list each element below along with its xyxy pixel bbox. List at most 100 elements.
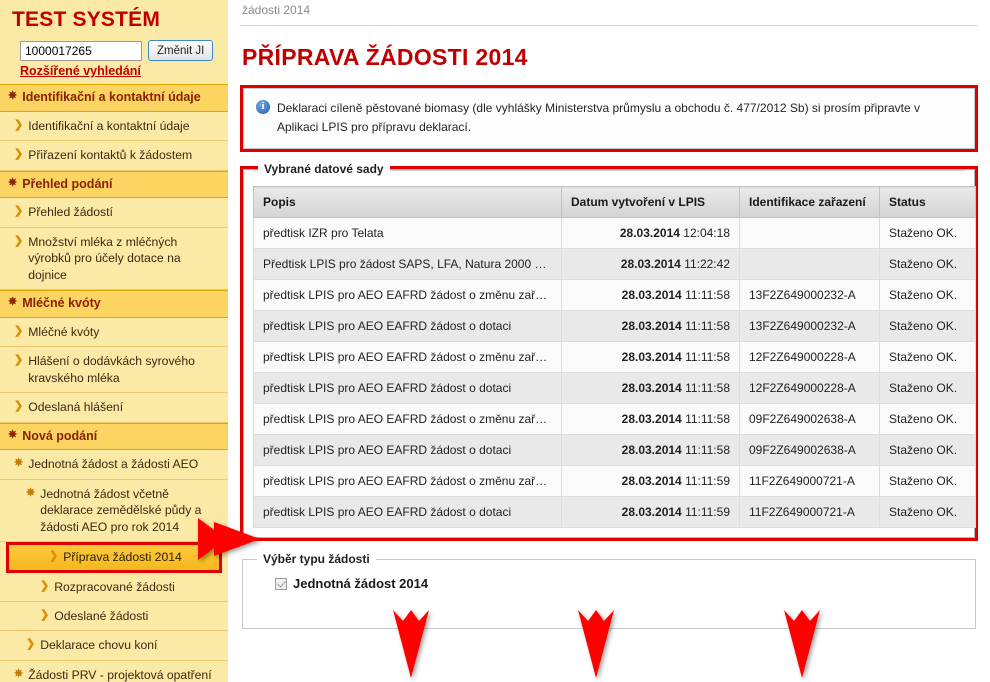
- table-row[interactable]: předtisk LPIS pro AEO EAFRD žádost o dot…: [253, 310, 976, 343]
- info-box-text: Deklaraci cíleně pěstované biomasy (dle …: [277, 101, 920, 134]
- ji-input[interactable]: [20, 40, 142, 61]
- sidebar-item-label: Hlášení o dodávkách syrového kravského m…: [28, 354, 195, 385]
- chevron-right-icon: ❯: [14, 118, 24, 131]
- chevron-right-icon: ❯: [40, 579, 50, 592]
- table-row[interactable]: předtisk IZR pro Telata 28.03.2014 12:04…: [253, 217, 976, 250]
- sidebar-item-priprava-zadosti-2014[interactable]: ❯ Příprava žádosti 2014: [6, 542, 222, 573]
- sidebar-item-deklarace-chovu-koni[interactable]: ❯ Deklarace chovu koní: [0, 631, 228, 661]
- sidebar-item-hlaseni-dodavky[interactable]: ❯ Hlášení o dodávkách syrového kravského…: [0, 347, 228, 394]
- dataset-panel-highlight: Vybrané datové sady Popis Datum vytvořen…: [240, 162, 978, 542]
- cell-status: Staženo OK.: [879, 248, 976, 281]
- sidebar-group-mlecne-kvoty[interactable]: ✵ Mléčné kvóty: [0, 290, 228, 318]
- sidebar-item-prirazeni-kontaktu[interactable]: ❯ Přiřazení kontaktů k žádostem: [0, 141, 228, 171]
- cell-status: Staženo OK.: [879, 434, 976, 467]
- chevron-down-icon: ✵: [14, 457, 24, 470]
- sidebar-group-label: Přehled podání: [22, 176, 113, 191]
- cell-datum: 28.03.2014 12:04:18: [561, 217, 740, 250]
- checkbox-jednotna-zadost-2014[interactable]: [275, 577, 287, 590]
- cell-popis: předtisk LPIS pro AEO EAFRD žádost o dot…: [253, 434, 562, 467]
- cell-identifikace: 12F2Z649000228-A: [739, 372, 880, 405]
- sidebar-item-jednotna-zadost-deklarace-2014[interactable]: ✵ Jednotná žádost včetně deklarace zeměd…: [0, 479, 228, 543]
- dataset-panel-legend: Vybrané datové sady: [258, 162, 390, 177]
- cell-popis: předtisk LPIS pro AEO EAFRD žádost o dot…: [253, 310, 562, 343]
- application-type-checkbox-row[interactable]: Jednotná žádost 2014: [253, 576, 965, 591]
- sidebar-item-mnozstvi-mleka[interactable]: ❯ Množství mléka z mléčných výrobků pro …: [0, 227, 228, 291]
- column-header-status[interactable]: Status: [879, 186, 976, 219]
- dataset-panel-body: Popis Datum vytvoření v LPIS Identifikac…: [253, 170, 976, 529]
- sidebar-group-label: Identifikační a kontaktní údaje: [22, 90, 201, 104]
- cell-datum: 28.03.2014 11:11:59: [561, 496, 740, 529]
- sidebar-item-label: Žádosti PRV - projektová opatření: [28, 667, 212, 682]
- cell-status: Staženo OK.: [879, 217, 976, 250]
- sidebar-item-label: Příprava žádosti 2014: [63, 550, 182, 565]
- sidebar-item-label: Jednotná žádost včetně deklarace zeměděl…: [40, 486, 202, 534]
- cell-datum: 28.03.2014 11:11:58: [561, 372, 740, 405]
- table-row[interactable]: předtisk LPIS pro AEO EAFRD žádost o změ…: [253, 465, 976, 498]
- checkbox-label: Jednotná žádost 2014: [293, 576, 429, 592]
- cell-datum: 28.03.2014 11:22:42: [561, 248, 740, 281]
- sidebar-item-label: Rozpracované žádosti: [54, 579, 175, 594]
- cell-popis: předtisk IZR pro Telata: [253, 217, 562, 250]
- sidebar-item-odeslane-zadosti[interactable]: ❯ Odeslané žádosti: [0, 602, 228, 632]
- sidebar-item-prehled-zadosti[interactable]: ❯ Přehled žádostí: [0, 198, 228, 228]
- sidebar-group-nova-podani[interactable]: ✵ Nová podání: [0, 422, 228, 451]
- advanced-search-link[interactable]: Rozšířené vyhledání: [0, 61, 228, 84]
- sidebar-item-odeslana-hlaseni[interactable]: ❯ Odeslaná hlášení: [0, 393, 228, 423]
- table-row[interactable]: předtisk LPIS pro AEO EAFRD žádost o dot…: [253, 372, 976, 405]
- cell-popis: Předtisk LPIS pro žádost SAPS, LFA, Natu…: [253, 248, 562, 281]
- change-ji-button[interactable]: Změnit JI: [148, 40, 214, 61]
- page-root: TEST SYSTÉM Změnit JI Rozšířené vyhledán…: [0, 0, 990, 682]
- table-row[interactable]: předtisk LPIS pro AEO EAFRD žádost o změ…: [253, 279, 976, 312]
- cell-datum: 28.03.2014 11:11:58: [561, 279, 740, 312]
- chevron-right-icon: ❯: [14, 205, 24, 218]
- sidebar-item-label: Odeslané žádosti: [54, 609, 149, 623]
- info-box: i Deklaraci cíleně pěstované biomasy (dl…: [243, 88, 975, 150]
- sidebar-item-label: Přehled žádostí: [28, 205, 113, 220]
- table-row[interactable]: předtisk LPIS pro AEO EAFRD žádost o dot…: [253, 496, 976, 529]
- column-header-identifikace[interactable]: Identifikace zařazení: [739, 186, 880, 219]
- cell-status: Staženo OK.: [879, 341, 976, 374]
- dataset-table-body: předtisk IZR pro Telata 28.03.2014 12:04…: [253, 217, 976, 529]
- dataset-panel: Vybrané datové sady Popis Datum vytvořen…: [243, 162, 976, 539]
- cell-popis: předtisk LPIS pro AEO EAFRD žádost o změ…: [253, 279, 562, 312]
- chevron-down-icon: ✵: [26, 486, 36, 499]
- column-header-popis[interactable]: Popis: [253, 186, 562, 219]
- sidebar-item-label: Odeslaná hlášení: [28, 400, 124, 415]
- sidebar-item-zadosti-prv[interactable]: ✵ Žádosti PRV - projektová opatření: [0, 660, 228, 682]
- sidebar-item-label: Deklarace chovu koní: [40, 638, 158, 653]
- sidebar-item-identifikacni-udaje[interactable]: ❯ Identifikační a kontaktní údaje: [0, 111, 228, 142]
- table-row[interactable]: předtisk LPIS pro AEO EAFRD žádost o dot…: [253, 434, 976, 467]
- cell-popis: předtisk LPIS pro AEO EAFRD žádost o dot…: [253, 496, 562, 529]
- chevron-right-icon: ❯: [14, 354, 24, 367]
- table-row[interactable]: Předtisk LPIS pro žádost SAPS, LFA, Natu…: [253, 248, 976, 281]
- breadcrumb: žádosti 2014: [242, 3, 311, 17]
- cell-status: Staženo OK.: [879, 496, 976, 529]
- info-box-highlight: i Deklaraci cíleně pěstované biomasy (dl…: [240, 85, 978, 153]
- main-content: žádosti 2014 PŘÍPRAVA ŽÁDOSTI 2014 i Dek…: [228, 0, 990, 682]
- cell-identifikace: [739, 248, 880, 281]
- table-row[interactable]: předtisk LPIS pro AEO EAFRD žádost o změ…: [253, 403, 976, 436]
- cell-datum: 28.03.2014 11:11:58: [561, 434, 740, 467]
- column-header-datum[interactable]: Datum vytvoření v LPIS: [561, 186, 740, 219]
- sidebar-item-rozpracovane-zadosti[interactable]: ❯ Rozpracované žádosti: [0, 572, 228, 602]
- sidebar-group-identifikacni[interactable]: ✵ Identifikační a kontaktní údaje: [0, 84, 228, 112]
- sidebar-item-mlecne-kvoty[interactable]: ❯ Mléčné kvóty: [0, 317, 228, 348]
- application-type-panel: Výběr typu žádosti Jednotná žádost 2014: [242, 552, 976, 630]
- sidebar-item-jednotna-zadost-aeo[interactable]: ✵ Jednotná žádost a žádosti AEO: [0, 450, 228, 480]
- cell-status: Staženo OK.: [879, 372, 976, 405]
- sidebar-group-prehled-podani[interactable]: ✵ Přehled podání: [0, 170, 228, 199]
- cell-datum: 28.03.2014 11:11:58: [561, 341, 740, 374]
- sidebar-item-label: Přiřazení kontaktů k žádostem: [28, 148, 193, 163]
- sidebar-group-label: Mléčné kvóty: [22, 296, 101, 311]
- cell-popis: předtisk LPIS pro AEO EAFRD žádost o dot…: [253, 372, 562, 405]
- chevron-right-icon: ❯: [14, 324, 24, 337]
- table-row[interactable]: předtisk LPIS pro AEO EAFRD žádost o změ…: [253, 341, 976, 374]
- cell-datum: 28.03.2014 11:11:58: [561, 403, 740, 436]
- info-circle-icon: i: [256, 100, 270, 114]
- cell-popis: předtisk LPIS pro AEO EAFRD žádost o změ…: [253, 465, 562, 498]
- cell-identifikace: 13F2Z649000232-A: [739, 279, 880, 312]
- sidebar-item-label: Jednotná žádost a žádosti AEO: [28, 457, 199, 472]
- chevron-down-icon: ✵: [8, 176, 18, 189]
- sidebar: TEST SYSTÉM Změnit JI Rozšířené vyhledán…: [0, 0, 228, 682]
- chevron-right-icon: ❯: [14, 148, 24, 161]
